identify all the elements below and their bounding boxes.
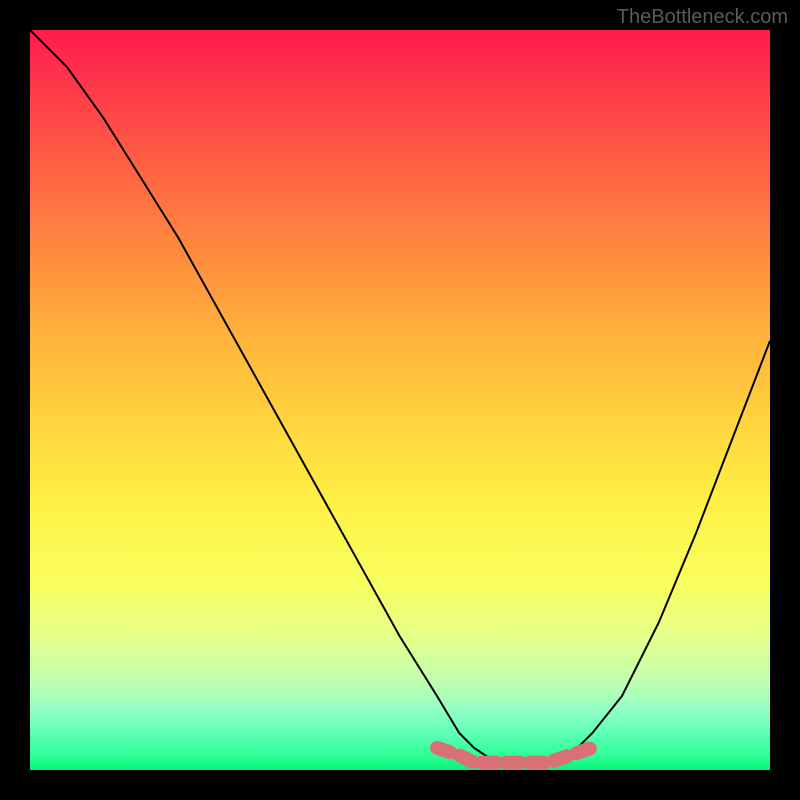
chart-svg	[30, 30, 770, 770]
bottleneck-curve-path	[30, 30, 770, 763]
chart-plot-area	[30, 30, 770, 770]
watermark-text: TheBottleneck.com	[617, 6, 788, 29]
optimal-range-marker-path	[437, 748, 592, 763]
